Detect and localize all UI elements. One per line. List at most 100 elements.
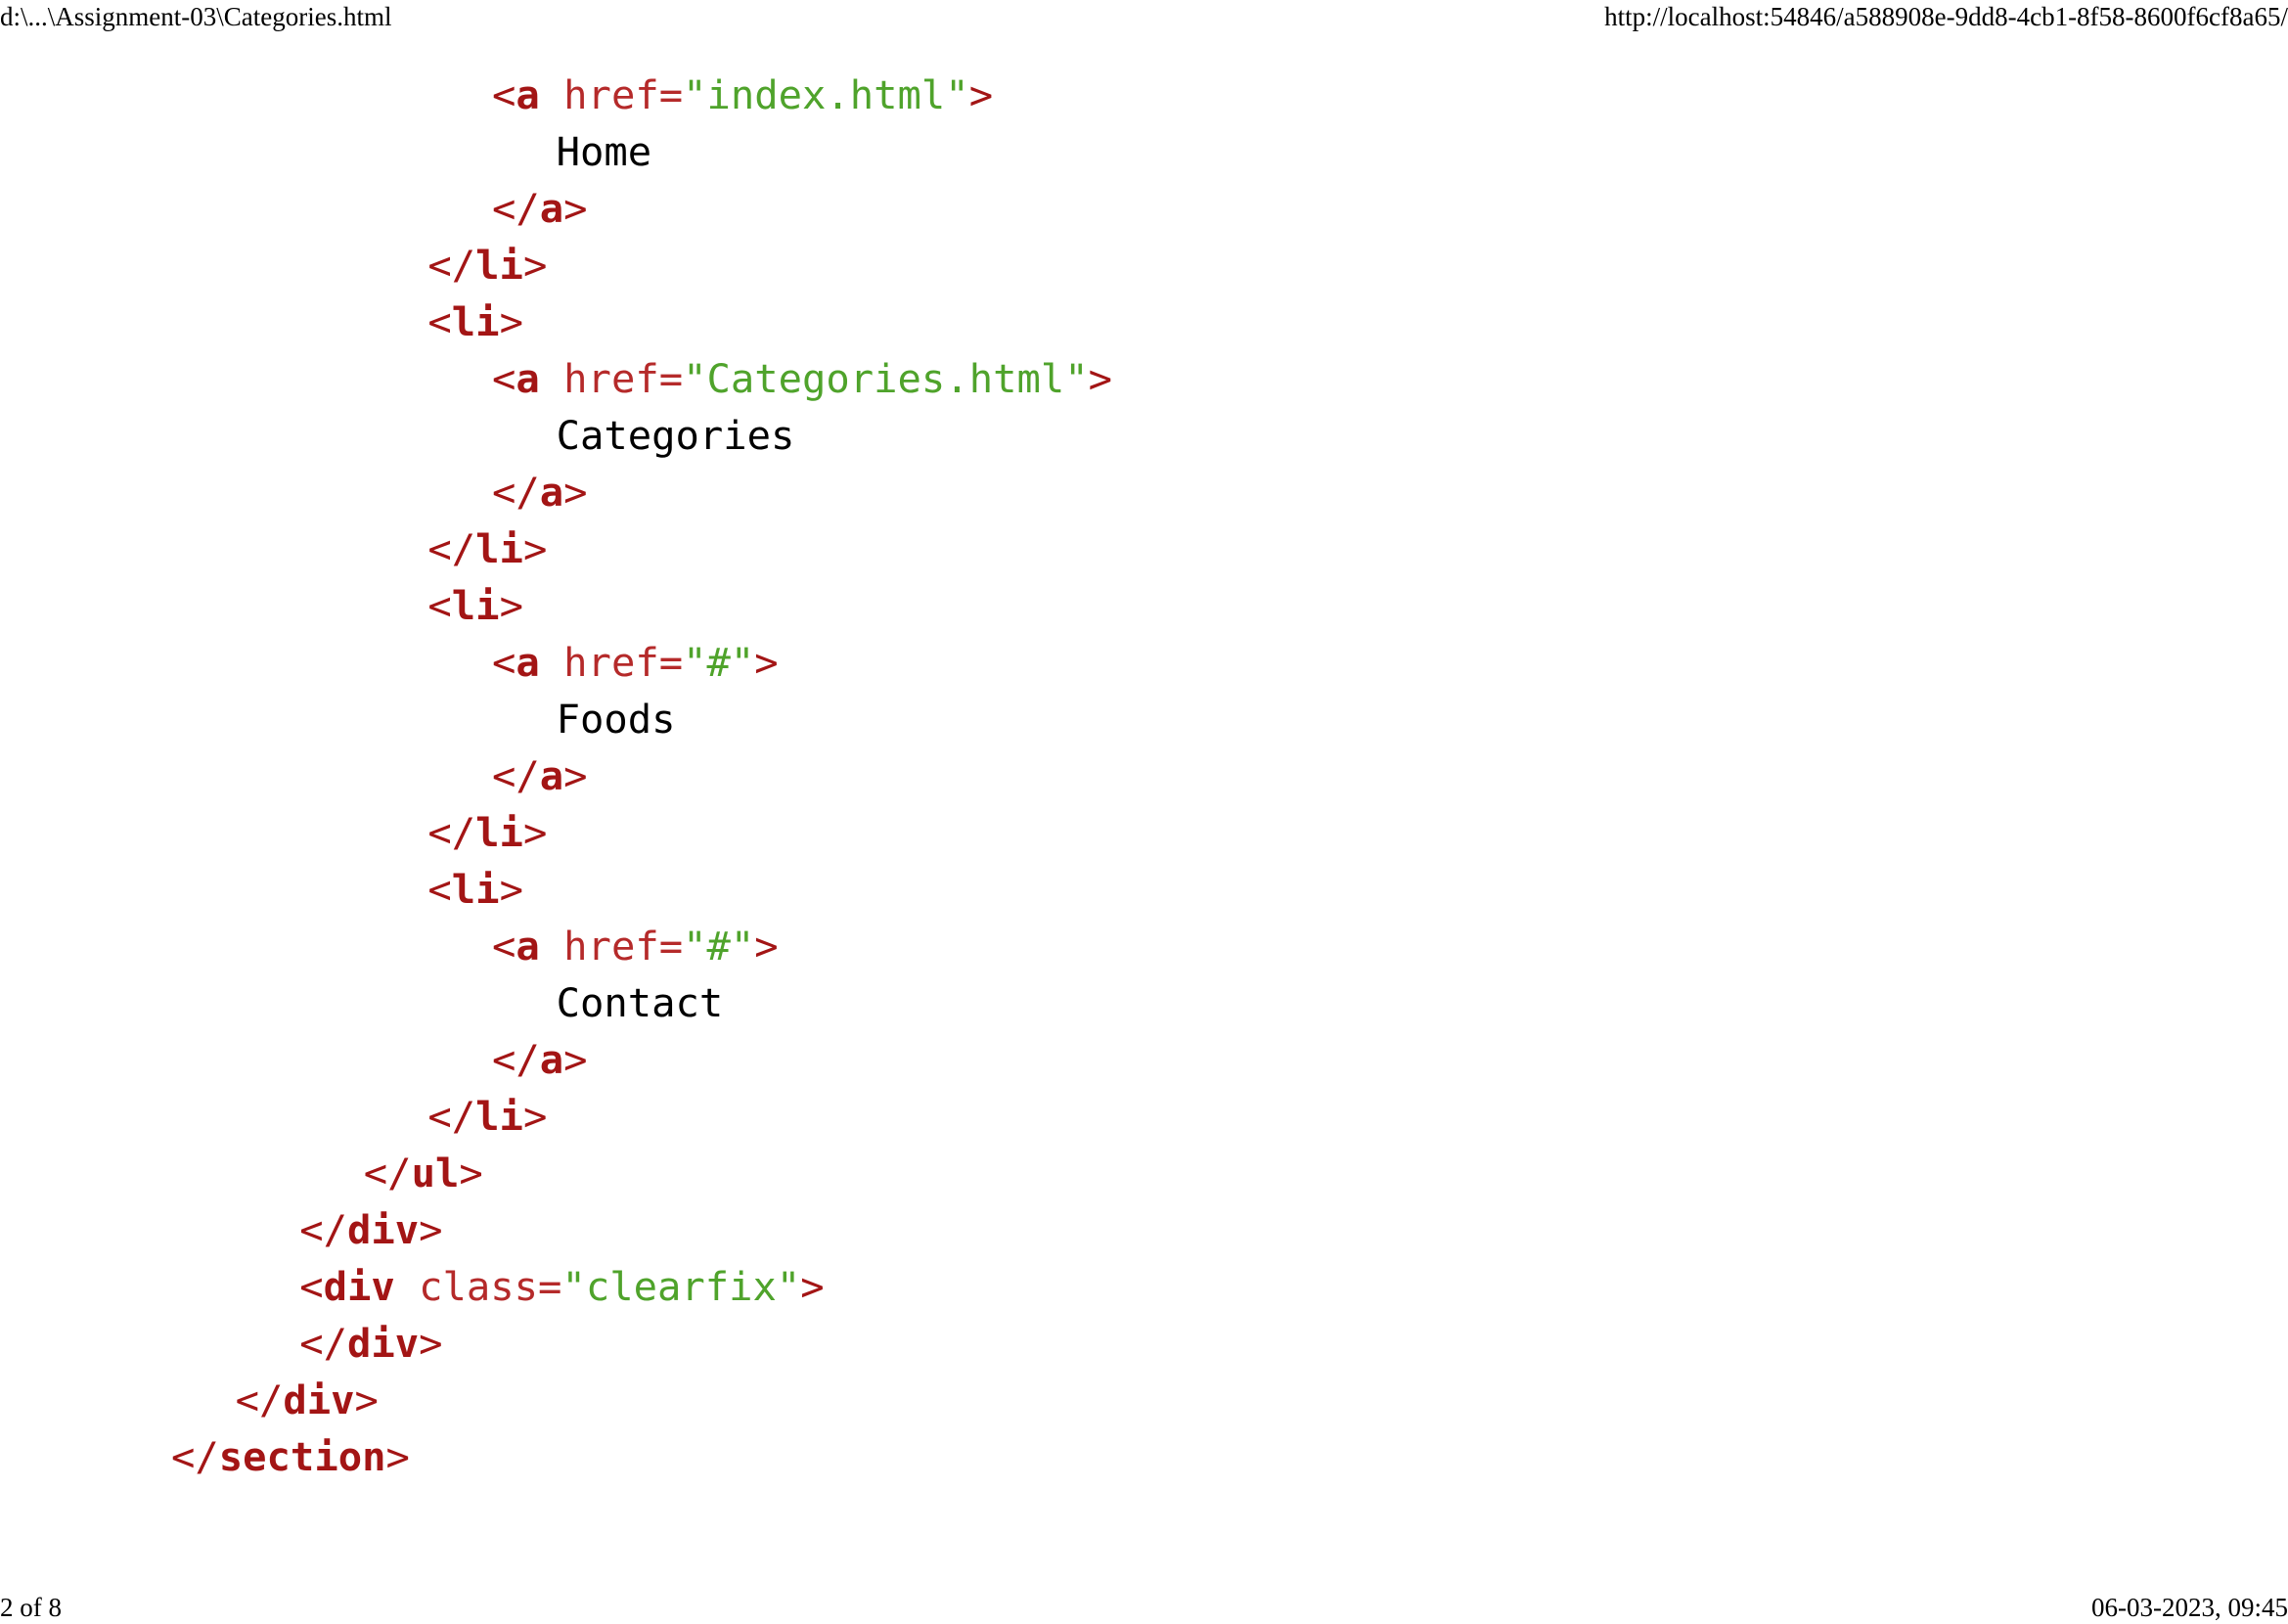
code-token-punc: > (522, 809, 548, 856)
code-token-punc: > (754, 923, 779, 970)
code-token-punc (540, 71, 563, 118)
code-token-punc: > (522, 242, 548, 289)
code-token-punc: </ (427, 1093, 476, 1140)
code-line: </div> (0, 1372, 1112, 1428)
code-line: <div class="clearfix"> (0, 1258, 1112, 1315)
code-token-punc: > (459, 1150, 483, 1196)
code-line: Categories (0, 407, 1112, 464)
code-token-val: "index.html" (683, 71, 969, 118)
code-token-punc: < (427, 298, 452, 345)
code-token-val: "clearfix" (561, 1263, 801, 1310)
code-token-tag: a (539, 1036, 564, 1083)
code-token-punc: </ (492, 469, 540, 516)
code-token-tag: li (451, 582, 500, 629)
code-token-tag: div (346, 1206, 420, 1253)
code-token-punc: < (299, 1263, 324, 1310)
code-token-punc: > (563, 185, 588, 232)
code-token-tag: li (475, 1093, 523, 1140)
code-line: </a> (0, 1031, 1112, 1088)
code-token-punc: </ (363, 1150, 412, 1196)
code-token-punc: </ (492, 1036, 540, 1083)
code-token-punc (540, 923, 563, 970)
code-line: </a> (0, 747, 1112, 804)
code-token-punc: > (499, 582, 523, 629)
code-token-punc: < (427, 582, 452, 629)
code-token-punc: > (1088, 355, 1112, 402)
code-token-val: "#" (683, 923, 755, 970)
code-token-attr: href= (563, 639, 684, 686)
code-line: <a href="Categories.html"> (0, 350, 1112, 407)
code-line: </div> (0, 1315, 1112, 1372)
code-token-text: Contact (556, 979, 724, 1026)
code-line: </li> (0, 237, 1112, 293)
code-token-punc: > (419, 1206, 443, 1253)
code-token-tag: div (323, 1263, 395, 1310)
file-path: d:\...\Assignment-03\Categories.html (0, 2, 392, 31)
code-token-punc (540, 355, 563, 402)
code-line: </ul> (0, 1145, 1112, 1201)
code-token-text: Home (556, 128, 652, 175)
code-token-punc: </ (171, 1433, 219, 1480)
code-token-attr: href= (563, 71, 684, 118)
code-token-attr: href= (563, 923, 684, 970)
code-token-punc: > (968, 71, 994, 118)
code-token-punc: </ (427, 242, 476, 289)
code-token-punc: > (563, 469, 588, 516)
code-token-punc: > (754, 639, 779, 686)
code-token-punc: > (522, 525, 548, 572)
code-token-text: Foods (556, 696, 676, 743)
code-line: <li> (0, 577, 1112, 634)
code-line: Contact (0, 974, 1112, 1031)
code-token-punc: </ (299, 1206, 347, 1253)
code-line: <a href="index.html"> (0, 67, 1112, 123)
print-datetime: 06-03-2023, 09:45 (2091, 1593, 2288, 1622)
code-token-punc: > (563, 1036, 588, 1083)
code-token-val: "Categories.html" (683, 355, 1089, 402)
code-line: Foods (0, 691, 1112, 747)
code-token-tag: div (346, 1320, 420, 1367)
code-line: Home (0, 123, 1112, 180)
code-token-punc: > (385, 1433, 410, 1480)
code-token-tag: li (451, 866, 500, 913)
code-token-tag: a (539, 185, 564, 232)
print-footer: 2 of 8 06-03-2023, 09:45 (0, 1591, 2288, 1624)
code-line: <li> (0, 861, 1112, 918)
code-token-punc: < (492, 639, 516, 686)
code-token-tag: li (475, 525, 523, 572)
code-token-tag: a (516, 71, 540, 118)
code-token-punc: > (499, 298, 523, 345)
code-token-punc: </ (427, 809, 476, 856)
code-line: </a> (0, 464, 1112, 520)
code-token-punc: < (492, 71, 516, 118)
code-token-attr: href= (563, 355, 684, 402)
code-token-attr: class= (419, 1263, 562, 1310)
code-line: </div> (0, 1201, 1112, 1258)
source-code-listing: <a href="index.html"> Home </a> </li> <li> <a… (0, 67, 1112, 1485)
code-line: </section> (0, 1428, 1112, 1485)
code-token-punc: </ (492, 185, 540, 232)
code-token-punc: > (499, 866, 523, 913)
code-token-tag: a (516, 355, 540, 402)
code-token-punc (540, 639, 563, 686)
code-token-punc: > (419, 1320, 443, 1367)
code-line: <a href="#"> (0, 634, 1112, 691)
code-token-tag: a (516, 639, 540, 686)
code-token-punc: < (492, 355, 516, 402)
code-token-punc: > (522, 1093, 548, 1140)
code-line: </li> (0, 1088, 1112, 1145)
print-header: d:\...\Assignment-03\Categories.html htt… (0, 0, 2288, 33)
code-token-punc: > (800, 1263, 825, 1310)
code-token-tag: li (451, 298, 500, 345)
code-token-tag: li (475, 242, 523, 289)
code-line: </li> (0, 520, 1112, 577)
code-token-val: "#" (683, 639, 755, 686)
code-token-punc: </ (492, 752, 540, 799)
code-line: </li> (0, 804, 1112, 861)
code-token-punc: < (492, 923, 516, 970)
code-token-punc: > (563, 752, 588, 799)
code-token-tag: a (516, 923, 540, 970)
code-token-tag: a (539, 469, 564, 516)
code-token-tag: div (283, 1376, 355, 1423)
code-line: <li> (0, 293, 1112, 350)
code-token-tag: section (218, 1433, 386, 1480)
